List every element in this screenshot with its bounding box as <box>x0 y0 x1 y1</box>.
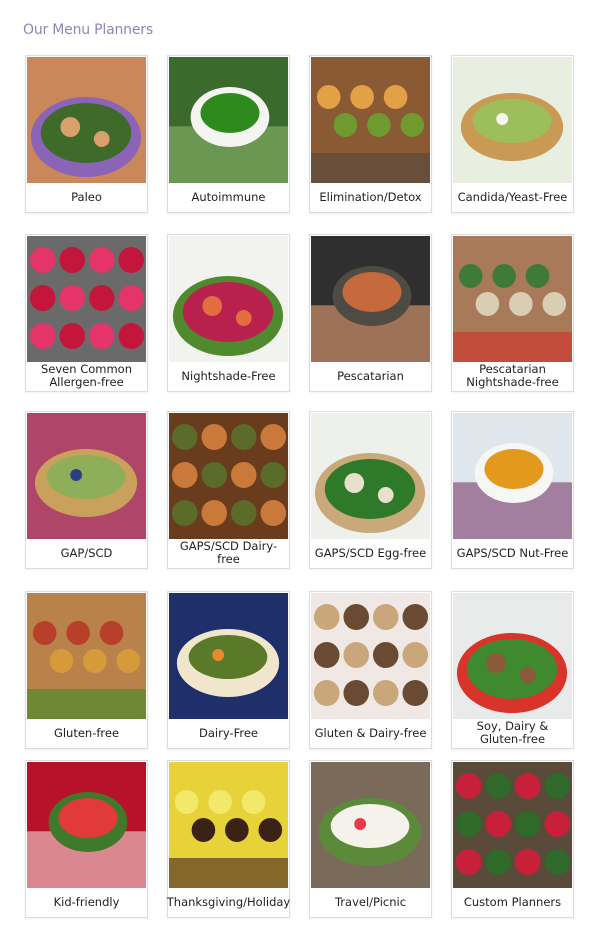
planner-card[interactable]: Travel/Picnic <box>309 760 432 918</box>
planner-card[interactable]: Seven Common Allergen-free <box>25 234 148 392</box>
strawberries-bowl-photo[interactable] <box>27 762 146 888</box>
planner-label[interactable]: GAP/SCD <box>26 538 147 568</box>
stew-bowl-photo[interactable] <box>453 236 572 362</box>
salad-bowl-photo[interactable] <box>27 57 146 183</box>
planner-card[interactable]: Pescatarian <box>309 234 432 392</box>
planner-label[interactable]: Custom Planners <box>452 887 573 917</box>
planner-card[interactable]: GAPS/SCD Dairy-free <box>167 411 290 569</box>
planner-label[interactable]: Paleo <box>26 182 147 212</box>
soup-bowl-photo[interactable] <box>453 57 572 183</box>
planner-label[interactable]: Pescatarian Nightshade-free <box>452 361 573 391</box>
planner-card[interactable]: Nightshade-Free <box>167 234 290 392</box>
planner-label[interactable]: GAPS/SCD Nut-Free <box>452 538 573 568</box>
planner-label[interactable]: Travel/Picnic <box>310 887 431 917</box>
planner-label[interactable]: Gluten & Dairy-free <box>310 718 431 748</box>
garden-salad-photo[interactable] <box>453 593 572 719</box>
planner-label[interactable]: Soy, Dairy & Gluten-free <box>452 718 573 748</box>
planner-label[interactable]: Dairy-Free <box>168 718 289 748</box>
planner-card[interactable]: Thanksgiving/Holiday <box>167 760 290 918</box>
planner-card[interactable]: Candida/Yeast-Free <box>451 55 574 213</box>
planner-card[interactable]: Elimination/Detox <box>309 55 432 213</box>
roast-chicken-photo[interactable] <box>169 413 288 539</box>
planner-label[interactable]: Nightshade-Free <box>168 361 289 391</box>
muffins-plate-photo[interactable] <box>27 413 146 539</box>
planner-label[interactable]: Candida/Yeast-Free <box>452 182 573 212</box>
rainbow-salad-photo[interactable] <box>453 762 572 888</box>
planner-card[interactable]: Gluten-free <box>25 591 148 749</box>
menu-planner-grid: Paleo Autoimmune Elimination/Detox Candida/… <box>0 0 600 950</box>
spinach-salad-photo[interactable] <box>311 413 430 539</box>
planner-card[interactable]: Custom Planners <box>451 760 574 918</box>
planner-card[interactable]: GAPS/SCD Nut-Free <box>451 411 574 569</box>
planner-card[interactable]: Kid-friendly <box>25 760 148 918</box>
planner-card[interactable]: Paleo <box>25 55 148 213</box>
pesto-bowl-photo[interactable] <box>169 57 288 183</box>
planner-label[interactable]: GAPS/SCD Egg-free <box>310 538 431 568</box>
planner-label[interactable]: Elimination/Detox <box>310 182 431 212</box>
planner-card[interactable]: Dairy-Free <box>167 591 290 749</box>
planner-card[interactable]: GAP/SCD <box>25 411 148 569</box>
vegetable-pizza-photo[interactable] <box>27 593 146 719</box>
seeded-bread-photo[interactable] <box>311 593 430 719</box>
vegetable-pot-photo[interactable] <box>311 57 430 183</box>
chocolate-hearts-photo[interactable] <box>169 762 288 888</box>
squash-soup-photo[interactable] <box>453 413 572 539</box>
planner-label[interactable]: Kid-friendly <box>26 887 147 917</box>
smoothie-glasses-photo[interactable] <box>27 236 146 362</box>
planner-label[interactable]: Autoimmune <box>168 182 289 212</box>
planner-card[interactable]: Autoimmune <box>167 55 290 213</box>
planner-label[interactable]: GAPS/SCD Dairy-free <box>168 538 289 568</box>
salmon-fillet-photo[interactable] <box>311 236 430 362</box>
planner-label[interactable]: Seven Common Allergen-free <box>26 361 147 391</box>
tofu-bowl-photo[interactable] <box>169 593 288 719</box>
planner-label[interactable]: Gluten-free <box>26 718 147 748</box>
planner-card[interactable]: Gluten & Dairy-free <box>309 591 432 749</box>
planner-card[interactable]: Soy, Dairy & Gluten-free <box>451 591 574 749</box>
radish-bunch-photo[interactable] <box>169 236 288 362</box>
planner-label[interactable]: Pescatarian <box>310 361 431 391</box>
planner-card[interactable]: Pescatarian Nightshade-free <box>451 234 574 392</box>
watermelon-slices-photo[interactable] <box>311 762 430 888</box>
planner-label[interactable]: Thanksgiving/Holiday <box>167 887 291 917</box>
planner-card[interactable]: GAPS/SCD Egg-free <box>309 411 432 569</box>
